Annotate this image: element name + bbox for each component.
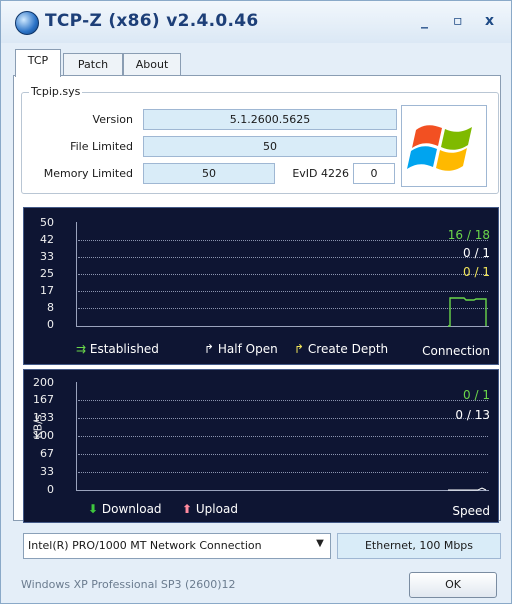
speed-unit-label: KB/s: [31, 414, 45, 439]
y-tick: 33: [40, 250, 54, 263]
app-window: TCP-Z (x86) v2.4.0.46 _ ▫ x TCP Patch Ab…: [0, 0, 512, 604]
memory-limited-label: Memory Limited: [43, 167, 133, 180]
evid-value: 0: [353, 163, 395, 184]
y-tick: 25: [40, 267, 54, 280]
download-value: 0 / 1: [463, 388, 490, 402]
windows-flag-icon: [401, 105, 487, 187]
link-speed-display: Ethernet, 100 Mbps: [337, 533, 501, 559]
legend-half-open-label: Half Open: [217, 342, 278, 356]
chevron-down-icon[interactable]: ▼: [313, 538, 327, 552]
legend-create-depth-label: Create Depth: [307, 342, 389, 356]
title-bar[interactable]: TCP-Z (x86) v2.4.0.46 _ ▫ x: [1, 1, 511, 43]
y-tick: 0: [47, 483, 54, 496]
speed-graph: 200 167 133 100 67 33 0 KB/s 0 / 1 0 / 1…: [23, 369, 499, 523]
speed-caption: Speed: [452, 504, 490, 518]
close-button[interactable]: x: [485, 13, 494, 29]
legend-create-depth: ↱ Create Depth: [294, 342, 388, 356]
y-tick: 200: [33, 376, 54, 389]
file-limited-value: 50: [143, 136, 397, 157]
established-trace: [448, 297, 487, 327]
y-tick: 33: [40, 465, 54, 478]
tcpip-group-title: Tcpip.sys: [29, 85, 83, 98]
legend-established: ⇉ Established: [76, 342, 159, 356]
version-label: Version: [92, 113, 133, 126]
y-tick: 0: [47, 318, 54, 331]
legend-upload-label: Upload: [195, 502, 238, 516]
evid-label: EvID 4226: [292, 167, 349, 180]
connection-graph: 50 42 33 25 17 8 0 16 / 18 0 / 1 0 / 1 ⇉…: [23, 207, 499, 365]
adapter-select[interactable]: Intel(R) PRO/1000 MT Network Connection …: [23, 533, 331, 559]
speed-plot-area: [76, 382, 489, 491]
connection-plot-area: [76, 222, 489, 327]
create-depth-arrow-icon: ↱: [294, 342, 305, 356]
tab-about[interactable]: About: [123, 53, 181, 76]
half-open-count: 0 / 1: [463, 246, 490, 260]
tab-tcp[interactable]: TCP: [15, 49, 61, 77]
ok-button[interactable]: OK: [409, 572, 497, 598]
version-value: 5.1.2600.5625: [143, 109, 397, 130]
established-arrow-icon: ⇉: [76, 342, 87, 356]
tab-patch[interactable]: Patch: [63, 53, 123, 76]
y-tick: 17: [40, 284, 54, 297]
window-title: TCP-Z (x86) v2.4.0.46: [45, 11, 259, 31]
minimize-button[interactable]: _: [421, 13, 428, 29]
legend-half-open: ↱ Half Open: [204, 342, 278, 356]
y-tick: 8: [47, 301, 54, 314]
y-tick: 50: [40, 216, 54, 229]
adapter-selected-value: Intel(R) PRO/1000 MT Network Connection: [28, 539, 262, 552]
create-depth-count: 0 / 1: [463, 265, 490, 279]
legend-download: ⬇ Download: [88, 502, 162, 516]
legend-established-label: Established: [89, 342, 159, 356]
download-arrow-icon: ⬇: [88, 502, 99, 516]
maximize-button[interactable]: ▫: [453, 13, 463, 29]
os-status-text: Windows XP Professional SP3 (2600)12: [21, 578, 236, 591]
legend-download-label: Download: [101, 502, 162, 516]
legend-upload: ⬆ Upload: [182, 502, 238, 516]
connection-caption: Connection: [422, 344, 490, 358]
y-tick: 42: [40, 233, 54, 246]
half-open-arrow-icon: ↱: [204, 342, 215, 356]
established-count: 16 / 18: [447, 228, 490, 242]
upload-value: 0 / 13: [455, 408, 490, 422]
memory-limited-value: 50: [143, 163, 275, 184]
app-globe-icon: [15, 11, 39, 35]
file-limited-label: File Limited: [70, 140, 133, 153]
speed-trace: [448, 487, 487, 491]
upload-arrow-icon: ⬆: [182, 502, 193, 516]
